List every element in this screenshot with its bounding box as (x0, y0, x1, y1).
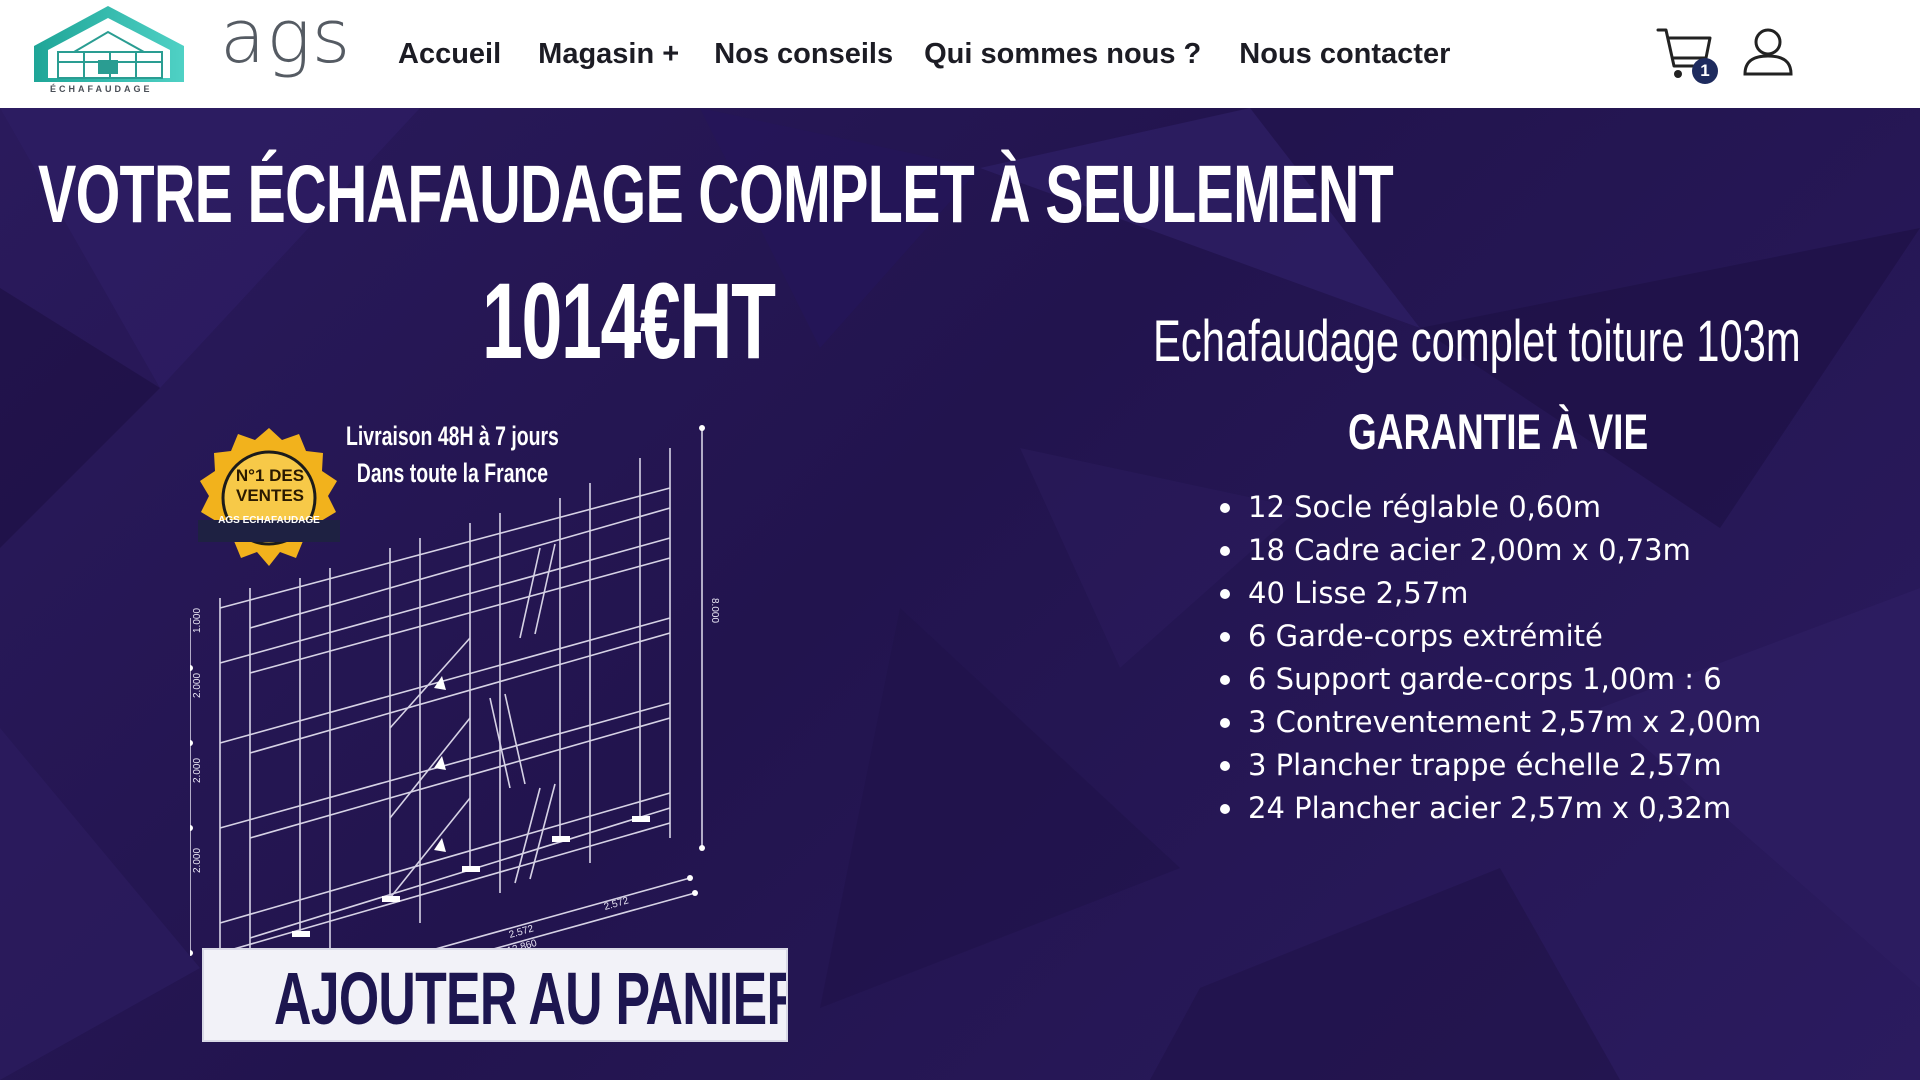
add-to-cart-button[interactable]: AJOUTER AU PANIER (202, 948, 788, 1042)
hero-headline: VOTRE ÉCHAFAUDAGE COMPLET À SEULEMENT (38, 149, 1394, 240)
price: 1014€HT (482, 260, 776, 381)
dim-label: 8.000 (709, 598, 720, 623)
account-button[interactable] (1742, 26, 1794, 80)
cart-count-badge: 1 (1692, 58, 1718, 84)
spec-item: 40 Lisse 2,57m (1220, 572, 1761, 615)
logo-wordmark: ags (220, 0, 352, 80)
hero-banner: VOTRE ÉCHAFAUDAGE COMPLET À SEULEMENT 10… (0, 108, 1920, 1080)
dim-label: 2.572 (603, 895, 631, 913)
delivery-line-1: Livraison 48H à 7 jours (346, 421, 559, 451)
spec-item: 6 Support garde-corps 1,00m : 6 (1220, 658, 1761, 701)
cart-button[interactable]: 1 (1656, 26, 1720, 88)
spec-item: 3 Plancher trappe échelle 2,57m (1220, 744, 1761, 787)
spec-item: 24 Plancher acier 2,57m x 0,32m (1220, 787, 1761, 830)
nav-nos-conseils[interactable]: Nos conseils (714, 38, 893, 71)
main-nav: Accueil Magasin + Nos conseils Qui somme… (398, 0, 1450, 108)
guarantee-label: GARANTIE À VIE (1348, 404, 1649, 460)
ags-logo[interactable]: ags ÉCHAFAUDAGE (34, 0, 350, 104)
dim-label: 2.000 (192, 758, 203, 783)
spec-item: 3 Contreventement 2,57m x 2,00m (1220, 701, 1761, 744)
spec-item: 18 Cadre acier 2,00m x 0,73m (1220, 529, 1761, 572)
user-icon (1743, 28, 1793, 76)
dim-label: 2.000 (192, 848, 203, 873)
spec-item: 6 Garde-corps extrémité (1220, 615, 1761, 658)
spec-list: 12 Socle réglable 0,60m 18 Cadre acier 2… (1220, 486, 1761, 830)
delivery-info: Livraison 48H à 7 jours Dans toute la Fr… (346, 418, 559, 492)
site-header: ags ÉCHAFAUDAGE Accueil Magasin + Nos co… (0, 0, 1920, 108)
badge-line-2: VENTES (235, 486, 305, 505)
nav-nous-contacter[interactable]: Nous contacter (1239, 38, 1450, 71)
nav-accueil[interactable]: Accueil (398, 38, 501, 71)
logo-subtitle: ÉCHAFAUDAGE (50, 84, 153, 94)
nav-qui-sommes-nous[interactable]: Qui sommes nous ? (924, 38, 1201, 71)
add-to-cart-label: AJOUTER AU PANIER (274, 957, 788, 1040)
badge-title: N°1 DES VENTES (224, 466, 316, 506)
delivery-line-2: Dans toute la France (356, 458, 549, 488)
spec-item: 12 Socle réglable 0,60m (1220, 486, 1761, 529)
badge-line-1: N°1 DES (235, 466, 305, 485)
badge-brand: AGS ECHAFAUDAGE (218, 515, 320, 526)
dim-label: 2.000 (192, 673, 203, 698)
house-logo-icon (34, 6, 184, 82)
product-title: Echafaudage complet toiture 103m (1153, 309, 1801, 374)
nav-magasin[interactable]: Magasin + (538, 38, 679, 71)
dim-label: 1.000 (192, 608, 203, 633)
